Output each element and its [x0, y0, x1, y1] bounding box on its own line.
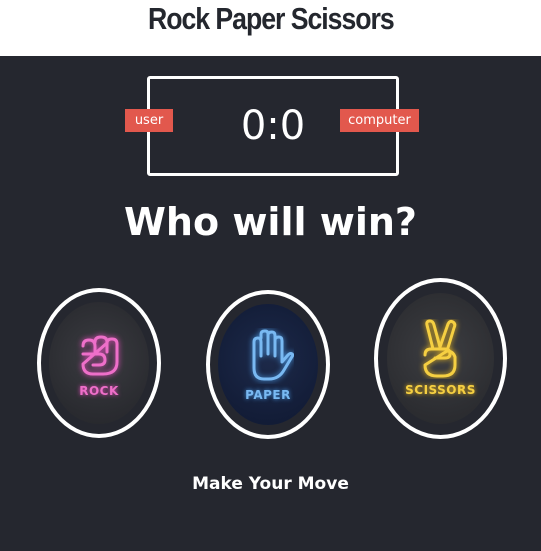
game-area: user 0:0 computer Who will win? ROCK PAP… [0, 56, 541, 551]
scissors-peace-hand-icon [423, 319, 456, 378]
scissors-label: SCISSORS [405, 383, 476, 398]
scissors-choice-face: SCISSORS [386, 292, 495, 425]
rock-choice-button[interactable]: ROCK [37, 288, 161, 438]
rock-label: ROCK [79, 383, 119, 398]
make-your-move-text: Make Your Move [192, 474, 349, 494]
scoreboard: user 0:0 computer [125, 76, 419, 176]
rock-choice-face: ROCK [49, 301, 149, 425]
rock-fist-icon [81, 335, 119, 376]
result-heading: Who will win? [124, 200, 417, 244]
computer-badge: computer [340, 109, 419, 132]
scissors-choice-button[interactable]: SCISSORS [374, 278, 507, 439]
page-header: Rock Paper Scissors [0, 0, 541, 56]
paper-hand-icon [252, 329, 294, 380]
paper-choice-button[interactable]: PAPER [206, 290, 330, 439]
paper-label: PAPER [245, 387, 291, 402]
paper-choice-face: PAPER [218, 303, 318, 426]
page-title: Rock Paper Scissors [147, 1, 395, 36]
